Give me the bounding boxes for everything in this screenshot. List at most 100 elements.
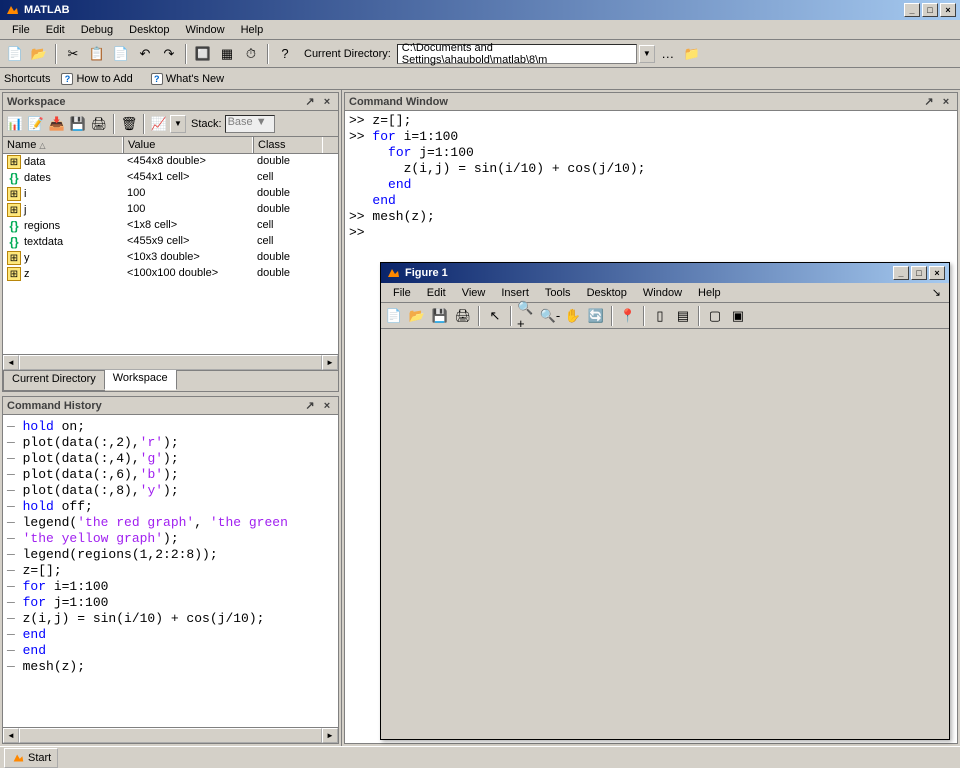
workspace-row[interactable]: ⊞i100double (3, 186, 338, 202)
plot-dropdown[interactable]: ▼ (170, 115, 186, 133)
save-icon[interactable]: 💾 (68, 114, 88, 134)
history-line[interactable]: plot(data(:,6),'b'); (7, 467, 334, 483)
undock-icon[interactable]: ↗ (303, 399, 317, 413)
stack-select[interactable]: Base ▼ (225, 115, 275, 133)
fig-menu-insert[interactable]: Insert (493, 285, 537, 301)
fig-colorbar-icon[interactable]: ▯ (649, 305, 671, 327)
redo-icon[interactable]: ↷ (158, 43, 180, 65)
history-line[interactable]: end (7, 643, 334, 659)
history-line[interactable]: legend(regions(1,2:2:8)); (7, 547, 334, 563)
fig-menu-help[interactable]: Help (690, 285, 729, 301)
figure-axes[interactable] (381, 329, 949, 739)
fig-dock-icon[interactable]: ↘ (928, 284, 945, 301)
fig-save-icon[interactable]: 💾 (429, 305, 451, 327)
menu-file[interactable]: File (4, 22, 38, 38)
simulink-icon[interactable]: 🔲 (192, 43, 214, 65)
guide-icon[interactable]: ▦ (216, 43, 238, 65)
workspace-row[interactable]: {}textdata<455x9 cell>cell (3, 234, 338, 250)
fig-minimize-button[interactable]: _ (893, 266, 909, 280)
history-line[interactable]: z(i,j) = sin(i/10) + cos(j/10); (7, 611, 334, 627)
history-hscroll[interactable]: ◄► (3, 727, 338, 743)
fig-show-icon[interactable]: ▣ (727, 305, 749, 327)
history-line[interactable]: plot(data(:,4),'g'); (7, 451, 334, 467)
fig-print-icon[interactable]: 🖨 (452, 305, 474, 327)
shortcut-howto[interactable]: ?How to Add (54, 71, 139, 87)
fig-menu-edit[interactable]: Edit (419, 285, 454, 301)
close-panel-icon[interactable]: × (320, 399, 334, 413)
history-line[interactable]: for j=1:100 (7, 595, 334, 611)
command-history-body[interactable]: hold on;plot(data(:,2),'r');plot(data(:,… (3, 415, 338, 727)
history-line[interactable]: hold on; (7, 419, 334, 435)
plot-icon[interactable]: 📈 (149, 114, 169, 134)
tab-workspace[interactable]: Workspace (104, 370, 177, 390)
open-var-icon[interactable]: 📝 (26, 114, 46, 134)
open-icon[interactable]: 📂 (28, 43, 50, 65)
close-panel-icon[interactable]: × (320, 95, 334, 109)
col-class[interactable]: Class (253, 137, 323, 153)
fig-hide-icon[interactable]: ▢ (704, 305, 726, 327)
shortcut-whatsnew[interactable]: ?What's New (144, 71, 231, 87)
fig-open-icon[interactable]: 📂 (406, 305, 428, 327)
fig-zoomout-icon[interactable]: 🔍- (539, 305, 561, 327)
fig-menu-file[interactable]: File (385, 285, 419, 301)
new-file-icon[interactable]: 📄 (4, 43, 26, 65)
history-line[interactable]: z=[]; (7, 563, 334, 579)
tab-current-directory[interactable]: Current Directory (3, 371, 105, 391)
close-panel-icon[interactable]: × (939, 95, 953, 109)
fig-zoomin-icon[interactable]: 🔍+ (516, 305, 538, 327)
new-var-icon[interactable]: 📊 (5, 114, 25, 134)
history-line[interactable]: hold off; (7, 499, 334, 515)
fig-close-button[interactable]: × (929, 266, 945, 280)
up-folder-icon[interactable]: 📁 (681, 43, 703, 65)
col-name[interactable]: Name △ (3, 137, 123, 153)
fig-new-icon[interactable]: 📄 (383, 305, 405, 327)
undo-icon[interactable]: ↶ (134, 43, 156, 65)
start-button[interactable]: Start (4, 748, 58, 768)
history-line[interactable]: 'the yellow graph'); (7, 531, 334, 547)
history-line[interactable]: plot(data(:,2),'r'); (7, 435, 334, 451)
col-value[interactable]: Value (123, 137, 253, 153)
minimize-button[interactable]: _ (904, 3, 920, 17)
fig-menu-window[interactable]: Window (635, 285, 690, 301)
undock-icon[interactable]: ↗ (303, 95, 317, 109)
delete-var-icon[interactable]: 🗑 (119, 114, 139, 134)
close-button[interactable]: × (940, 3, 956, 17)
workspace-row[interactable]: {}dates<454x1 cell>cell (3, 170, 338, 186)
browse-icon[interactable]: … (657, 43, 679, 65)
figure-window[interactable]: Figure 1 _ □ × File Edit View Insert Too… (380, 262, 950, 740)
import-icon[interactable]: 📥 (47, 114, 67, 134)
copy-icon[interactable]: 📋 (86, 43, 108, 65)
maximize-button[interactable]: □ (922, 3, 938, 17)
help-icon[interactable]: ? (274, 43, 296, 65)
workspace-row[interactable]: ⊞data<454x8 double>double (3, 154, 338, 170)
workspace-row[interactable]: {}regions<1x8 cell>cell (3, 218, 338, 234)
history-line[interactable]: plot(data(:,8),'y'); (7, 483, 334, 499)
fig-menu-tools[interactable]: Tools (537, 285, 579, 301)
workspace-row[interactable]: ⊞z<100x100 double>double (3, 266, 338, 282)
history-line[interactable]: end (7, 627, 334, 643)
history-line[interactable]: legend('the red graph', 'the green (7, 515, 334, 531)
menu-window[interactable]: Window (177, 22, 232, 38)
paste-icon[interactable]: 📄 (110, 43, 132, 65)
fig-datacursor-icon[interactable]: 📍 (617, 305, 639, 327)
menu-edit[interactable]: Edit (38, 22, 73, 38)
fig-pan-icon[interactable]: ✋ (562, 305, 584, 327)
directory-dropdown[interactable]: ▼ (639, 45, 655, 63)
fig-menu-view[interactable]: View (454, 285, 494, 301)
workspace-row[interactable]: ⊞j100double (3, 202, 338, 218)
menu-desktop[interactable]: Desktop (121, 22, 177, 38)
print-icon[interactable]: 🖨 (89, 114, 109, 134)
menu-debug[interactable]: Debug (73, 22, 121, 38)
fig-rotate-icon[interactable]: 🔄 (585, 305, 607, 327)
undock-icon[interactable]: ↗ (922, 95, 936, 109)
history-line[interactable]: mesh(z); (7, 659, 334, 675)
history-line[interactable]: for i=1:100 (7, 579, 334, 595)
workspace-row[interactable]: ⊞y<10x3 double>double (3, 250, 338, 266)
cut-icon[interactable]: ✂ (62, 43, 84, 65)
fig-edit-icon[interactable]: ↖ (484, 305, 506, 327)
workspace-hscroll[interactable]: ◄► (3, 354, 338, 370)
profiler-icon[interactable]: ⏱ (240, 43, 262, 65)
fig-legend-icon[interactable]: ▤ (672, 305, 694, 327)
fig-maximize-button[interactable]: □ (911, 266, 927, 280)
menu-help[interactable]: Help (233, 22, 272, 38)
